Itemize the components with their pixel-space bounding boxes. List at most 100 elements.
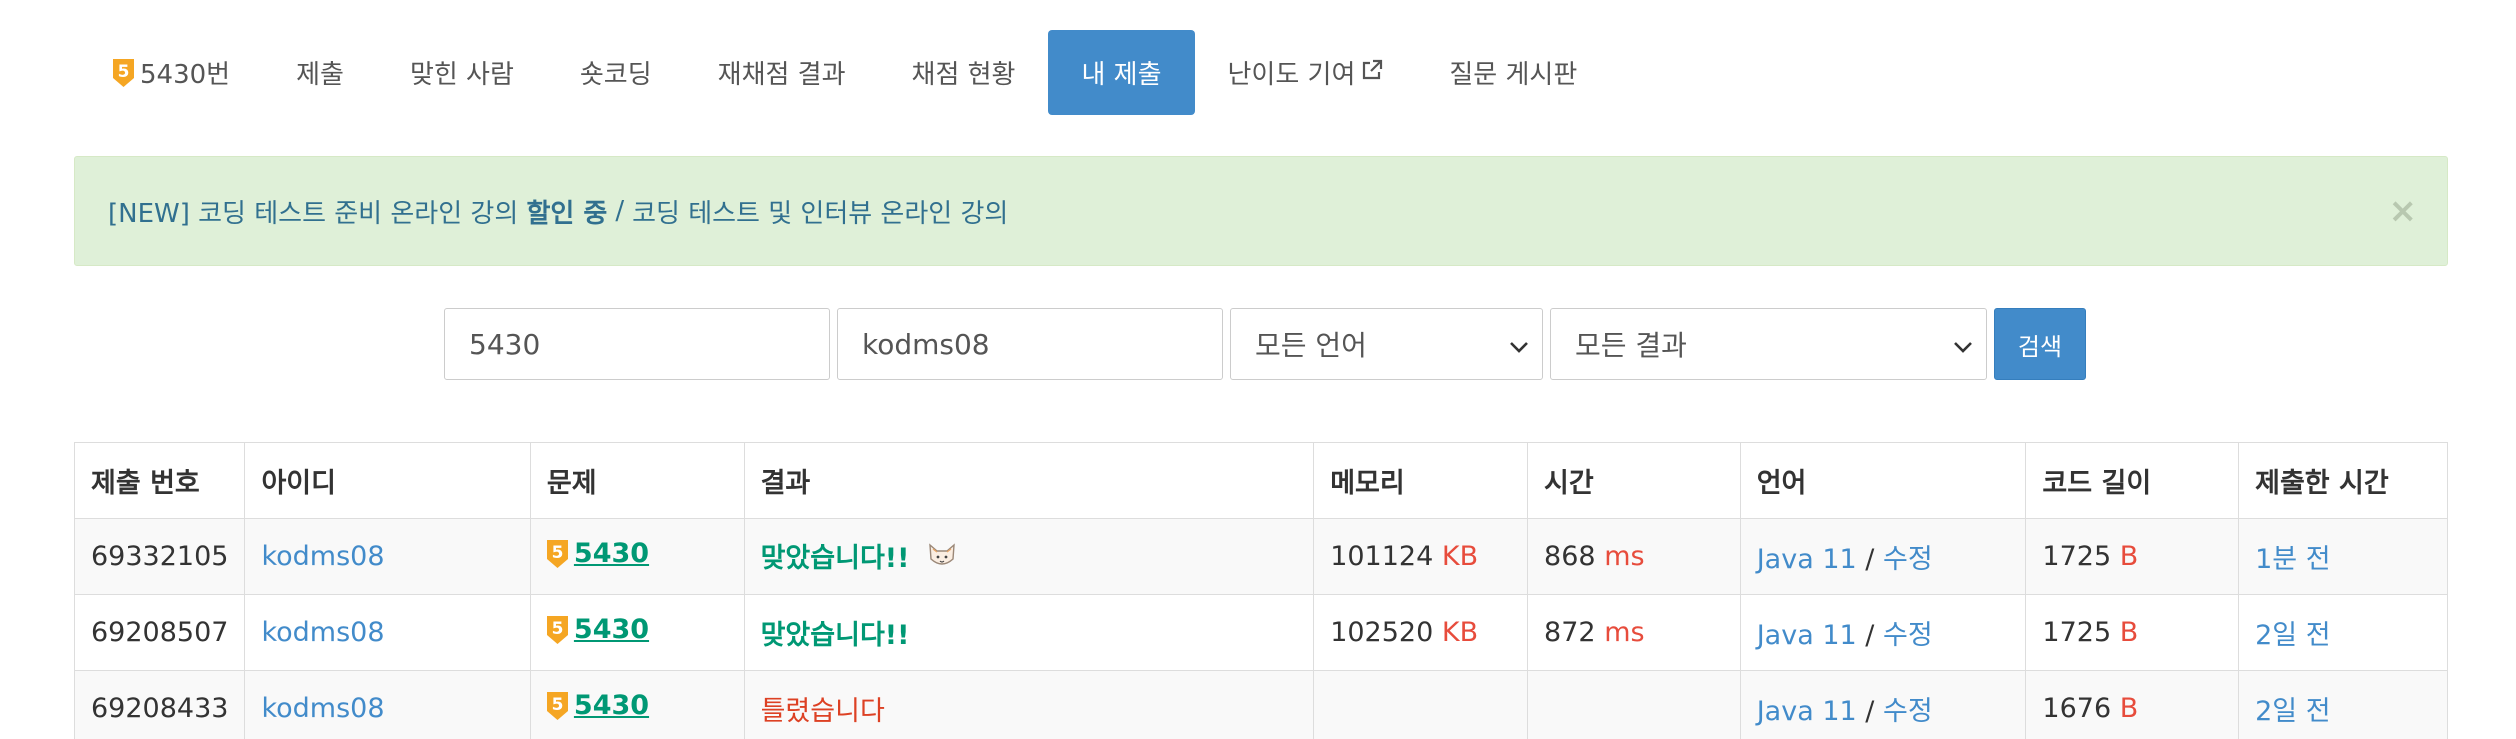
memory-unit: KB	[1441, 541, 1479, 572]
tier-shield-icon: 5	[546, 691, 568, 720]
edit-link[interactable]: 수정	[1883, 544, 1933, 575]
time-cell: 868 ms	[1527, 518, 1741, 595]
language-link[interactable]: Java 11	[1757, 620, 1857, 651]
submission-id: 69208433	[73, 670, 246, 739]
header-submitted-at: 제출한 시간	[2238, 442, 2448, 519]
language-link[interactable]: Java 11	[1757, 544, 1857, 575]
tab-problem-label: 5430번	[140, 60, 231, 90]
status-table: 제출 번호 아이디 문제 결과 메모리 시간 언어 코드 길이 제출한 시간 6…	[73, 442, 2448, 739]
tier-number: 5	[118, 62, 130, 82]
code-length-unit: B	[2119, 617, 2139, 648]
code-length-cell: 1676 B	[2025, 670, 2240, 739]
problem-number: 5430	[573, 690, 650, 722]
result-wrong[interactable]: 틀렸습니다	[761, 696, 885, 727]
tab-my-submissions[interactable]: 내 제출	[1048, 30, 1195, 115]
memory-value: 102520	[1330, 617, 1434, 648]
submitted-time-link[interactable]: 2일 전	[2255, 696, 2330, 727]
tab-short-coding-label: 숏코딩	[579, 60, 652, 90]
problem-link[interactable]: 5 5430	[546, 538, 650, 570]
header-problem: 문제	[529, 442, 745, 519]
problem-link[interactable]: 5 5430	[546, 690, 650, 722]
language-cell: Java 11 / 수정	[1739, 518, 2027, 595]
tier-shield-icon: 5	[546, 539, 568, 568]
promo-highlight: 할인 중	[526, 198, 608, 229]
language-separator: /	[1865, 620, 1875, 651]
time-unit: ms	[1604, 617, 1645, 648]
external-link-icon	[1361, 58, 1383, 88]
result-accepted[interactable]: 맞았습니다!!	[761, 620, 910, 651]
code-length-cell: 1725 B	[2025, 518, 2240, 595]
time-unit: ms	[1604, 541, 1645, 572]
problem-id-value: 5430	[469, 327, 541, 361]
promo-separator: /	[615, 196, 625, 226]
language-cell: Java 11 / 수정	[1739, 670, 2027, 739]
tab-status[interactable]: 채점 현황	[879, 30, 1049, 115]
result-accepted[interactable]: 맞았습니다!!	[761, 543, 910, 574]
table-row: 69332105 kodms08 5 5430 맞았습니다!! 101124 K…	[73, 518, 2448, 595]
tier-shield-icon: 5	[113, 58, 134, 87]
tab-rejudge-label: 재채점 결과	[717, 60, 846, 90]
tier-number: 5	[551, 543, 563, 563]
tier-number: 5	[551, 695, 563, 715]
submitted-time-link[interactable]: 1분 전	[2255, 544, 2330, 575]
header-user: 아이디	[244, 442, 531, 519]
time-cell	[1527, 670, 1741, 739]
chevron-down-icon	[1952, 328, 1974, 361]
fox-icon	[928, 542, 956, 577]
tab-submit-label: 제출	[296, 60, 344, 90]
promo-link-lecture[interactable]: [NEW] 코딩 테스트 준비 온라인 강의 할인 중	[108, 193, 607, 230]
status-search-form: 5430 kodms08 모든 언어 모든 결과 검색	[444, 308, 2086, 380]
table-header-row: 제출 번호 아이디 문제 결과 메모리 시간 언어 코드 길이 제출한 시간	[73, 442, 2448, 519]
tab-rejudge[interactable]: 재채점 결과	[685, 30, 879, 115]
search-button[interactable]: 검색	[1994, 308, 2086, 380]
time-value: 872	[1544, 617, 1596, 648]
problem-link[interactable]: 5 5430	[546, 614, 649, 645]
user-link[interactable]: kodms08	[261, 693, 384, 724]
header-time: 시간	[1527, 442, 1741, 519]
language-select[interactable]: 모든 언어	[1230, 308, 1543, 380]
memory-cell: 102520 KB	[1313, 594, 1529, 671]
code-length-value: 1725	[2042, 617, 2112, 648]
tab-my-submissions-label: 내 제출	[1081, 60, 1162, 90]
problem-id-input[interactable]: 5430	[444, 308, 830, 380]
memory-unit: KB	[1441, 617, 1479, 648]
code-length-unit: B	[2119, 693, 2139, 724]
language-separator: /	[1865, 544, 1875, 575]
memory-cell: 101124 KB	[1313, 518, 1529, 595]
submission-id: 69332105	[73, 518, 246, 595]
promo-text: [NEW] 코딩 테스트 준비 온라인 강의	[108, 198, 527, 229]
memory-cell	[1313, 670, 1529, 739]
result-select-value: 모든 결과	[1575, 329, 1687, 362]
code-length-value: 1676	[2042, 693, 2112, 724]
page: 5 5430번 제출 맞힌 사람 숏코딩 재채점 결과 채점 현황 내 제출 난…	[0, 0, 2516, 739]
tab-short-coding[interactable]: 숏코딩	[547, 30, 685, 115]
tab-problem[interactable]: 5 5430번	[80, 30, 263, 115]
tab-difficulty[interactable]: 난이도 기여	[1195, 30, 1417, 115]
tab-submit[interactable]: 제출	[263, 30, 377, 115]
user-link[interactable]: kodms08	[261, 617, 384, 648]
tab-solvers-label: 맞힌 사람	[409, 60, 514, 90]
tier-number: 5	[551, 619, 563, 639]
promo-link-interview[interactable]: 코딩 테스트 및 인터뷰 온라인 강의	[632, 193, 1008, 230]
header-submission-id: 제출 번호	[73, 442, 246, 519]
edit-link[interactable]: 수정	[1883, 620, 1933, 651]
submitted-time-link[interactable]: 2일 전	[2255, 620, 2330, 651]
result-select[interactable]: 모든 결과	[1550, 308, 1987, 380]
tab-difficulty-label: 난이도 기여	[1227, 60, 1356, 90]
tab-qna[interactable]: 질문 게시판	[1416, 30, 1610, 115]
time-cell: 872 ms	[1527, 594, 1741, 671]
language-select-value: 모든 언어	[1255, 329, 1367, 362]
chevron-down-icon	[1508, 328, 1530, 361]
tier-badge: 5	[113, 58, 134, 87]
edit-link[interactable]: 수정	[1883, 696, 1933, 727]
user-link[interactable]: kodms08	[261, 541, 384, 572]
problem-number: 5430	[573, 538, 650, 570]
tab-solvers[interactable]: 맞힌 사람	[377, 30, 547, 115]
table-row: 69208433 kodms08 5 5430 틀렸습니다 Java 11 / …	[73, 670, 2448, 739]
close-icon[interactable]: ×	[2389, 194, 2418, 228]
tier-shield-icon: 5	[546, 615, 568, 644]
user-id-input[interactable]: kodms08	[837, 308, 1223, 380]
code-length-unit: B	[2119, 541, 2139, 572]
language-link[interactable]: Java 11	[1757, 696, 1857, 727]
user-id-value: kodms08	[862, 327, 990, 361]
